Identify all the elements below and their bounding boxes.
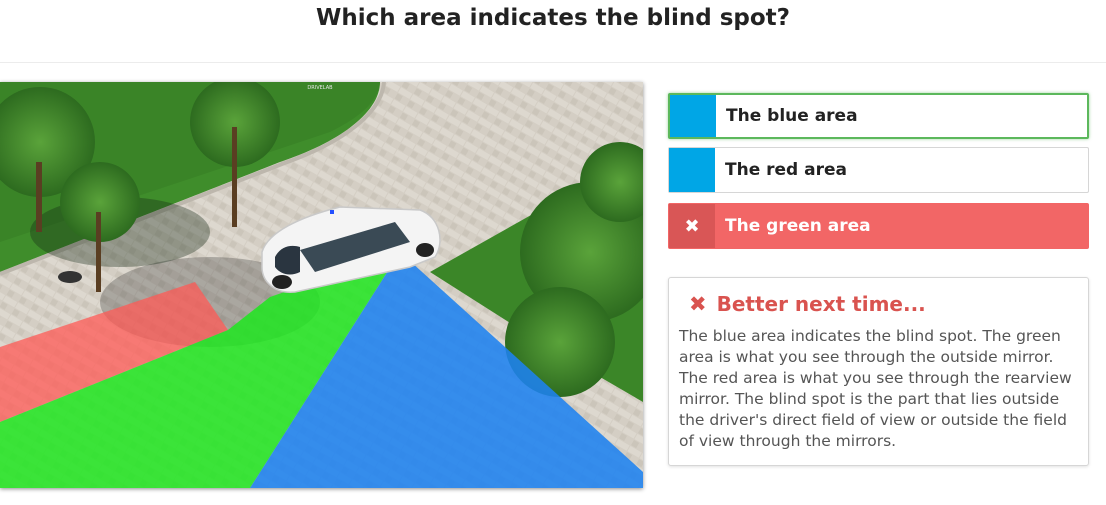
header-divider bbox=[0, 62, 1106, 63]
close-icon: ✖ bbox=[684, 215, 700, 237]
close-icon-swatch: ✖ bbox=[669, 204, 715, 248]
answer-label: The green area bbox=[725, 216, 871, 236]
answers-list: The blue area The red area ✖ The green a… bbox=[668, 93, 1089, 259]
answer-red-area[interactable]: The red area bbox=[668, 147, 1089, 193]
close-icon: ✖ bbox=[689, 292, 707, 316]
answer-label: The red area bbox=[725, 160, 848, 180]
feedback-title: Better next time... bbox=[716, 292, 926, 316]
answer-label: The blue area bbox=[726, 106, 858, 126]
answer-blue-area[interactable]: The blue area bbox=[668, 93, 1089, 139]
question-title: Which area indicates the blind spot? bbox=[315, 5, 791, 31]
feedback-text: The blue area indicates the blind spot. … bbox=[679, 327, 1072, 450]
feedback-panel: ✖ Better next time... The blue area indi… bbox=[668, 277, 1089, 466]
answer-green-area[interactable]: ✖ The green area bbox=[668, 203, 1089, 249]
blue-swatch bbox=[669, 148, 715, 192]
watermark: DRIVELAB bbox=[307, 85, 333, 91]
scene-image: DRIVELAB bbox=[0, 82, 643, 488]
blue-swatch bbox=[670, 95, 716, 137]
